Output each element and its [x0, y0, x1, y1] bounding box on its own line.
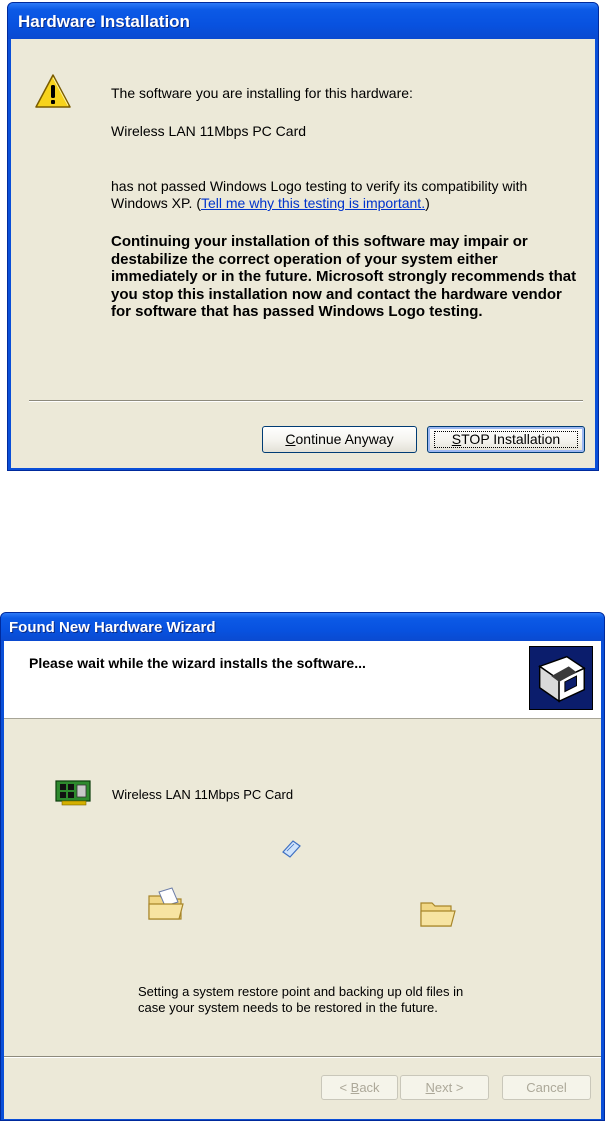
- cancel-button[interactable]: Cancel: [502, 1075, 591, 1100]
- warning-icon: [35, 74, 71, 108]
- back-button[interactable]: < Back: [321, 1075, 398, 1100]
- next-mnemonic: N: [425, 1080, 435, 1095]
- logo-testing-close: ): [425, 195, 430, 211]
- flying-document-icon: [282, 840, 301, 858]
- source-folder-icon: [148, 887, 184, 920]
- back-label: ack: [359, 1080, 380, 1095]
- destination-folder-icon: [420, 902, 456, 927]
- hardware-installation-body: The software you are installing for this…: [11, 39, 595, 468]
- continue-anyway-button[interactable]: Continue Anyway: [262, 426, 417, 453]
- continue-label: ontinue Anyway: [295, 431, 394, 447]
- install-intro-text: The software you are installing for this…: [111, 85, 413, 101]
- hardware-installation-title[interactable]: Hardware Installation: [8, 3, 598, 39]
- logo-testing-text: has not passed Windows Logo testing to v…: [111, 178, 581, 212]
- divider: [29, 400, 583, 402]
- wizard-body: Please wait while the wizard installs th…: [4, 641, 601, 1119]
- wizard-status-text: Setting a system restore point and backi…: [138, 984, 464, 1015]
- wizard-header: Please wait while the wizard installs th…: [4, 641, 601, 719]
- next-label: ext >: [434, 1080, 464, 1095]
- pc-card-icon: [55, 780, 91, 806]
- stop-installation-button[interactable]: STOP Installation: [427, 426, 585, 453]
- wizard-device-name: Wireless LAN 11Mbps PC Card: [112, 787, 294, 802]
- continue-mnemonic: C: [285, 431, 296, 447]
- focus-rectangle: [434, 431, 578, 448]
- warning-text: Continuing your installation of this sof…: [111, 233, 577, 320]
- device-name: Wireless LAN 11Mbps PC Card: [111, 123, 307, 139]
- hardware-installation-dialog: Hardware Installation The software you a…: [7, 2, 599, 471]
- next-button[interactable]: Next >: [400, 1075, 489, 1100]
- why-testing-link[interactable]: Tell me why this testing is important.: [201, 195, 425, 211]
- wizard-logo-icon: [529, 646, 593, 710]
- wizard-divider: [4, 1056, 601, 1058]
- wizard-heading: Please wait while the wizard installs th…: [29, 655, 366, 671]
- back-prefix: <: [339, 1080, 351, 1095]
- found-new-hardware-wizard: Found New Hardware Wizard Please wait wh…: [0, 612, 605, 1121]
- wizard-title[interactable]: Found New Hardware Wizard: [1, 613, 604, 641]
